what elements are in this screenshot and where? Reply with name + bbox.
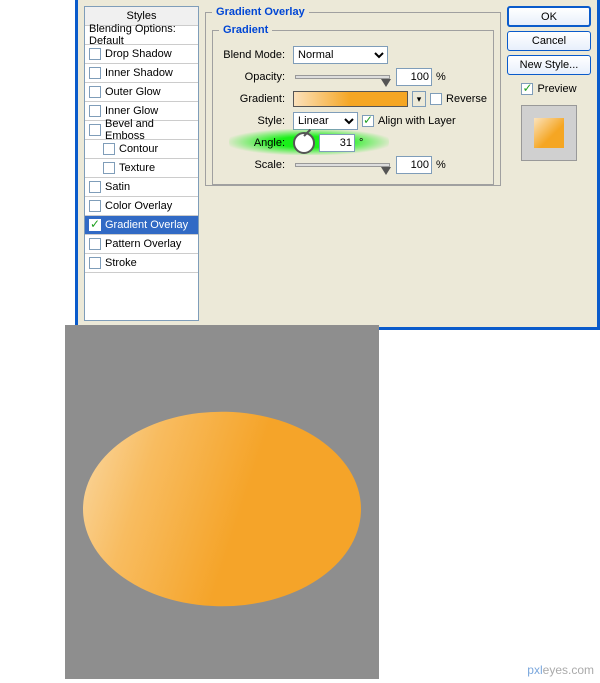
styles-row[interactable]: Color Overlay [85,197,198,216]
scale-label: Scale: [219,159,289,171]
preview-label: Preview [537,83,576,95]
styles-row[interactable]: Stroke [85,254,198,273]
styles-checkbox[interactable] [89,86,101,98]
gradient-label: Gradient: [219,93,289,105]
styles-checkbox[interactable] [89,105,101,117]
styles-row-label: Texture [119,162,155,174]
blend-mode-label: Blend Mode: [219,49,289,61]
opacity-label: Opacity: [219,71,289,83]
reverse-checkbox[interactable] [430,93,442,105]
styles-row-label: Stroke [105,257,137,269]
blend-mode-select[interactable]: Normal [293,46,388,64]
styles-row[interactable]: Satin [85,178,198,197]
watermark: pxleyes.com [527,663,594,677]
cancel-button[interactable]: Cancel [507,31,591,51]
gradient-overlay-group: Gradient Overlay Gradient Blend Mode: No… [205,6,501,186]
styles-checkbox[interactable] [103,162,115,174]
blend-mode-row: Blend Mode: Normal [219,44,487,66]
styles-list: Styles Blending Options: DefaultDrop Sha… [84,6,199,321]
styles-row[interactable]: Contour [85,140,198,159]
styles-row-label: Bevel and Emboss [105,118,194,142]
styles-row[interactable]: Pattern Overlay [85,235,198,254]
preview-row: Preview [521,83,576,95]
styles-row-label: Inner Shadow [105,67,173,79]
styles-row-label: Color Overlay [105,200,172,212]
gradient-group: Gradient Blend Mode: Normal Opacity: % G… [212,24,494,185]
styles-row[interactable]: Inner Shadow [85,64,198,83]
gradient-swatch[interactable] [293,91,408,107]
styles-row[interactable]: Blending Options: Default [85,26,198,45]
scale-row: Scale: % [219,154,487,176]
styles-row-label: Satin [105,181,130,193]
angle-row: Angle: ° [219,132,487,154]
styles-row[interactable]: Gradient Overlay [85,216,198,235]
preview-checkbox[interactable] [521,83,533,95]
styles-checkbox[interactable] [89,181,101,193]
styles-checkbox[interactable] [89,257,101,269]
styles-checkbox[interactable] [89,67,101,79]
result-ellipse [65,375,379,643]
angle-label: Angle: [219,137,289,149]
gradient-legend: Gradient [219,24,272,36]
result-canvas [65,325,379,679]
layer-style-dialog: Styles Blending Options: DefaultDrop Sha… [75,0,600,330]
styles-row-label: Gradient Overlay [105,219,188,231]
angle-input[interactable] [319,134,355,152]
styles-checkbox[interactable] [89,48,101,60]
gradient-overlay-panel: Gradient Overlay Gradient Blend Mode: No… [205,6,501,321]
style-select[interactable]: Linear [293,112,358,130]
align-checkbox[interactable] [362,115,374,127]
gradient-overlay-legend: Gradient Overlay [212,6,309,18]
styles-checkbox[interactable] [89,200,101,212]
styles-checkbox[interactable] [89,219,101,231]
styles-row[interactable]: Bevel and Emboss [85,121,198,140]
styles-row-label: Inner Glow [105,105,158,117]
styles-checkbox[interactable] [89,124,101,136]
styles-checkbox[interactable] [89,238,101,250]
align-label: Align with Layer [378,115,456,127]
opacity-row: Opacity: % [219,66,487,88]
dialog-buttons: OK Cancel New Style... Preview [507,6,591,321]
scale-input[interactable] [396,156,432,174]
style-label: Style: [219,115,289,127]
ok-button[interactable]: OK [507,6,591,27]
preview-swatch-inner [534,118,564,148]
styles-row[interactable]: Outer Glow [85,83,198,102]
opacity-pct: % [436,71,446,83]
scale-slider[interactable] [295,163,390,167]
reverse-label: Reverse [446,93,487,105]
angle-deg: ° [359,137,363,149]
opacity-slider[interactable] [295,75,390,79]
styles-row[interactable]: Texture [85,159,198,178]
styles-row-label: Contour [119,143,158,155]
styles-checkbox[interactable] [103,143,115,155]
styles-row-label: Outer Glow [105,86,161,98]
gradient-row: Gradient: Reverse [219,88,487,110]
styles-row-label: Blending Options: Default [89,23,194,47]
opacity-input[interactable] [396,68,432,86]
styles-row-label: Pattern Overlay [105,238,181,250]
styles-row[interactable]: Drop Shadow [85,45,198,64]
styles-row-label: Drop Shadow [105,48,172,60]
gradient-picker-arrow[interactable] [412,91,426,107]
new-style-button[interactable]: New Style... [507,55,591,75]
preview-swatch [521,105,577,161]
scale-pct: % [436,159,446,171]
angle-wheel[interactable] [293,132,315,154]
styles-header-label: Styles [127,10,157,22]
